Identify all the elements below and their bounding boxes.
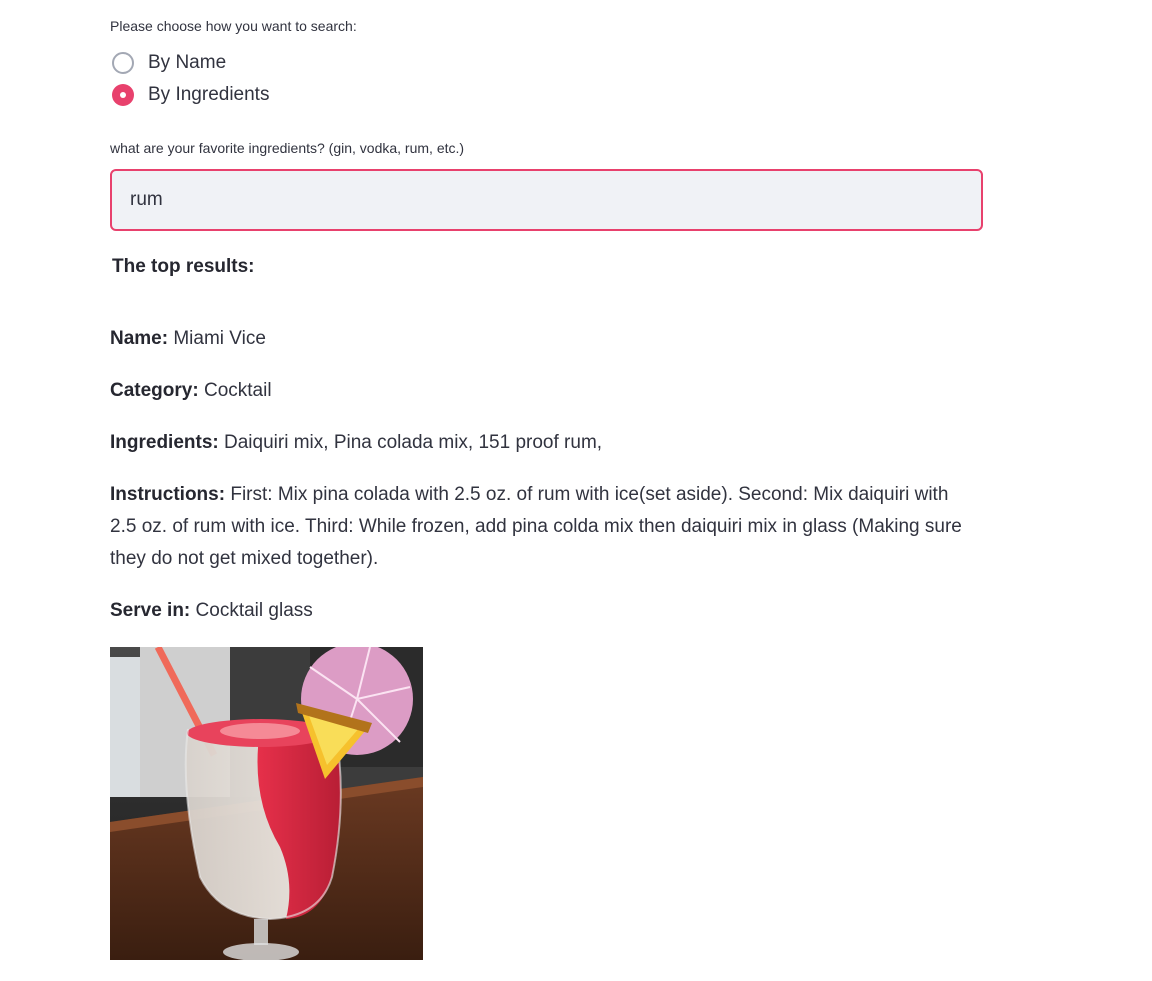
- result-instructions: Instructions: First: Mix pina colada wit…: [110, 479, 970, 575]
- result-name: Name: Miami Vice: [110, 323, 983, 355]
- radio-by-name-label[interactable]: By Name: [148, 51, 226, 75]
- result-ingredients: Ingredients: Daiquiri mix, Pina colada m…: [110, 427, 983, 459]
- result-category: Category: Cocktail: [110, 375, 983, 407]
- serve-label: Serve in:: [110, 600, 191, 621]
- search-mode-label: Please choose how you want to search:: [110, 18, 357, 34]
- name-value: Miami Vice: [173, 328, 266, 349]
- ingredients-input-label: what are your favorite ingredients? (gin…: [110, 140, 465, 156]
- drink-photo: [110, 647, 423, 960]
- radio-selected-icon[interactable]: [112, 84, 134, 106]
- radio-by-ingredients-label[interactable]: By Ingredients: [148, 83, 269, 107]
- name-label: Name:: [110, 328, 169, 349]
- result-serve-in: Serve in: Cocktail glass: [110, 595, 983, 627]
- ingredients-value: Daiquiri mix, Pina colada mix, 151 proof…: [224, 432, 603, 453]
- ingredients-input[interactable]: [110, 169, 983, 231]
- category-label: Category:: [110, 380, 199, 401]
- radio-by-ingredients[interactable]: By Ingredients: [112, 83, 269, 107]
- instructions-value: First: Mix pina colada with 2.5 oz. of r…: [110, 484, 962, 569]
- radio-unselected-icon[interactable]: [112, 52, 134, 74]
- results-heading: The top results:: [112, 256, 255, 277]
- radio-by-name[interactable]: By Name: [112, 51, 226, 75]
- glass-value: Cocktail glass: [195, 600, 313, 621]
- instructions-label: Instructions:: [110, 484, 226, 505]
- ingredients-label: Ingredients:: [110, 432, 219, 453]
- category-value: Cocktail: [203, 380, 272, 401]
